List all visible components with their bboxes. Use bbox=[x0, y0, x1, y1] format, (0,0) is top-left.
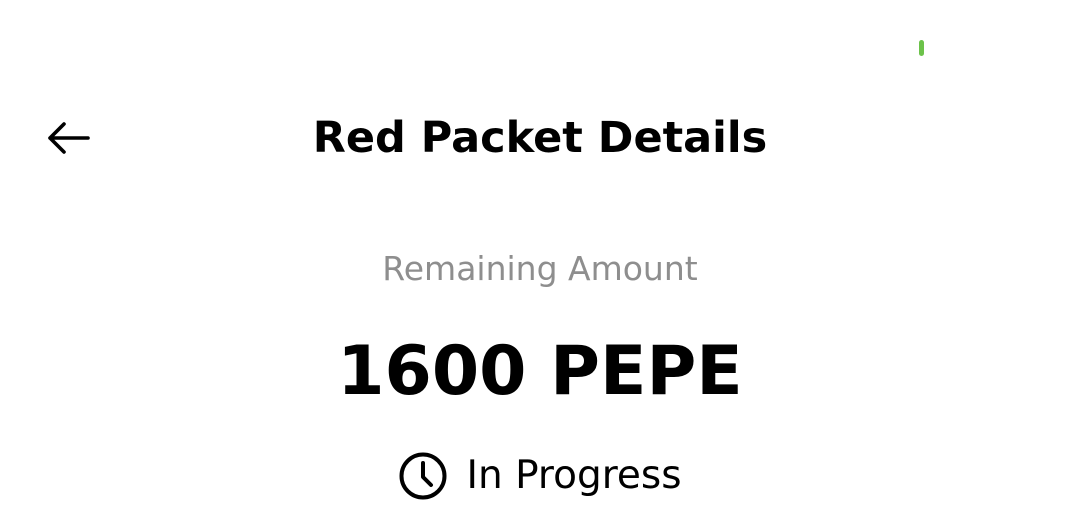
status-row: In Progress bbox=[0, 448, 1080, 504]
status-indicator bbox=[919, 40, 924, 56]
remaining-amount-label: Remaining Amount bbox=[382, 249, 698, 288]
remaining-amount-value: 1600 PEPE bbox=[337, 332, 743, 411]
page-title: Red Packet Details bbox=[312, 113, 768, 163]
status-label: In Progress bbox=[466, 453, 682, 498]
clock-icon bbox=[398, 451, 448, 501]
